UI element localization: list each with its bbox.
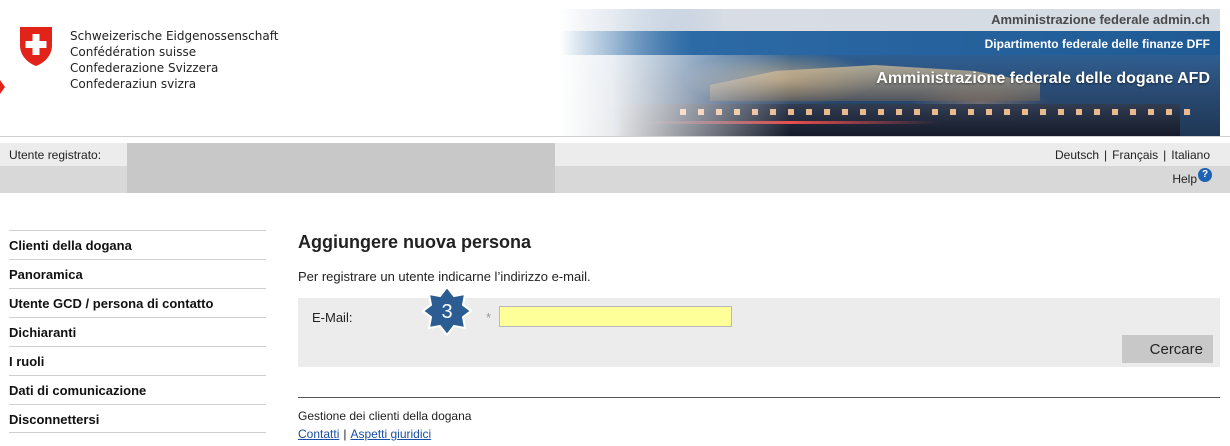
confederation-name-rm: Confederaziun svizra (70, 77, 197, 91)
language-link-italiano[interactable]: Italiano (1171, 148, 1210, 162)
separator: | (1163, 148, 1167, 162)
sidebar-item-dichiaranti[interactable]: Dichiaranti (9, 317, 266, 346)
help-label: Help (1172, 172, 1197, 186)
email-field[interactable] (499, 306, 732, 327)
footer-link-aspetti-giuridici[interactable]: Aspetti giuridici (350, 427, 431, 441)
language-switcher: Deutsch | Français | Italiano (1055, 148, 1210, 162)
confederation-names: Schweizerische Eidgenossenschaft Confédé… (70, 28, 278, 92)
page-title: Aggiungere nuova persona (298, 232, 532, 252)
separator: | (343, 427, 347, 441)
confederation-name-fr: Confédération suisse (70, 45, 197, 59)
search-button[interactable]: Cercare (1122, 335, 1213, 363)
confederation-name-it: Confederazione Svizzera (70, 61, 219, 75)
language-link-francais[interactable]: Français (1112, 148, 1158, 162)
registered-user-label: Utente registrato: (9, 148, 102, 162)
step-badge: 3 (421, 285, 473, 337)
swiss-cross-icon[interactable] (18, 25, 54, 67)
sidebar-item-i-ruoli[interactable]: I ruoli (9, 346, 266, 375)
confederation-name-de: Schweizerische Eidgenossenschaft (70, 29, 279, 43)
sidebar-item-dati-di-comunicazione[interactable]: Dati di comunicazione (9, 375, 266, 404)
intro-text: Per registrare un utente indicarne l’ind… (298, 269, 591, 284)
footer-title: Gestione dei clienti della dogana (298, 409, 472, 423)
email-label: E-Mail: (312, 310, 353, 325)
language-link-deutsch[interactable]: Deutsch (1055, 148, 1099, 162)
step-number: 3 (441, 301, 452, 323)
required-marker: * (486, 310, 492, 325)
user-name-redacted (127, 143, 555, 193)
header-divider (0, 136, 1230, 137)
footer-links: Contatti | Aspetti giuridici (298, 427, 431, 441)
sidebar-item-disconnettersi[interactable]: Disconnettersi (9, 404, 266, 433)
sidebar-item-utente-gcd[interactable]: Utente GCD / persona di contatto (9, 288, 266, 317)
sidebar-item-panoramica[interactable]: Panoramica (9, 259, 266, 288)
separator: | (1104, 148, 1108, 162)
office-title[interactable]: Amministrazione federale delle dogane AF… (876, 70, 1210, 88)
sidebar-item-clienti-della-dogana[interactable]: Clienti della dogana (9, 230, 266, 259)
footer-divider (298, 397, 1220, 398)
footer-link-contatti[interactable]: Contatti (298, 427, 339, 441)
red-marker-icon (0, 80, 5, 94)
help-question-icon[interactable]: ? (1198, 168, 1212, 182)
department-link[interactable]: Dipartimento federale delle finanze DFF (985, 37, 1210, 51)
help-link[interactable]: Help ? (1172, 168, 1212, 186)
admin-ch-link[interactable]: Amministrazione federale admin.ch (991, 12, 1210, 27)
sidebar-nav: Clienti della dogana Panoramica Utente G… (9, 230, 266, 433)
